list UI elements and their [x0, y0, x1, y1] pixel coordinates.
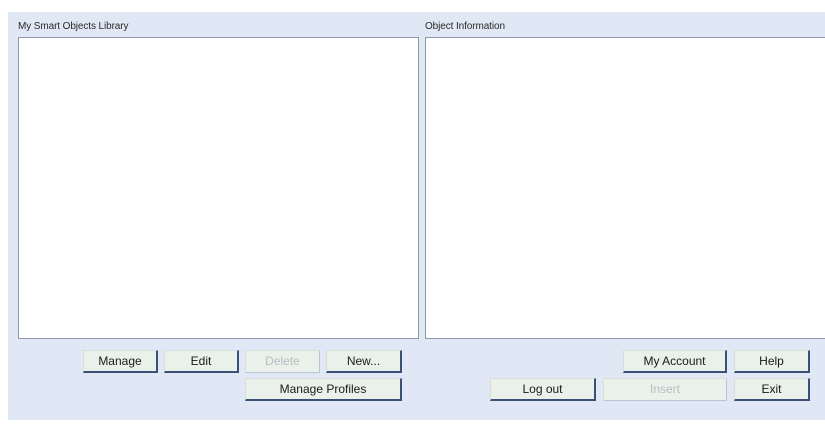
insert-button[interactable]: Insert	[603, 378, 727, 401]
log-out-button[interactable]: Log out	[490, 378, 596, 401]
exit-button[interactable]: Exit	[734, 378, 810, 401]
manage-profiles-button[interactable]: Manage Profiles	[245, 378, 402, 401]
object-info-box	[425, 37, 825, 339]
delete-button[interactable]: Delete	[245, 350, 320, 373]
my-account-button[interactable]: My Account	[623, 350, 727, 373]
new-button[interactable]: New...	[326, 350, 402, 373]
library-title: My Smart Objects Library	[18, 21, 129, 32]
manage-button[interactable]: Manage	[83, 350, 158, 373]
help-button[interactable]: Help	[734, 350, 810, 373]
object-info-title: Object Information	[425, 21, 505, 32]
edit-button[interactable]: Edit	[164, 350, 239, 373]
smart-objects-list[interactable]	[18, 37, 419, 339]
